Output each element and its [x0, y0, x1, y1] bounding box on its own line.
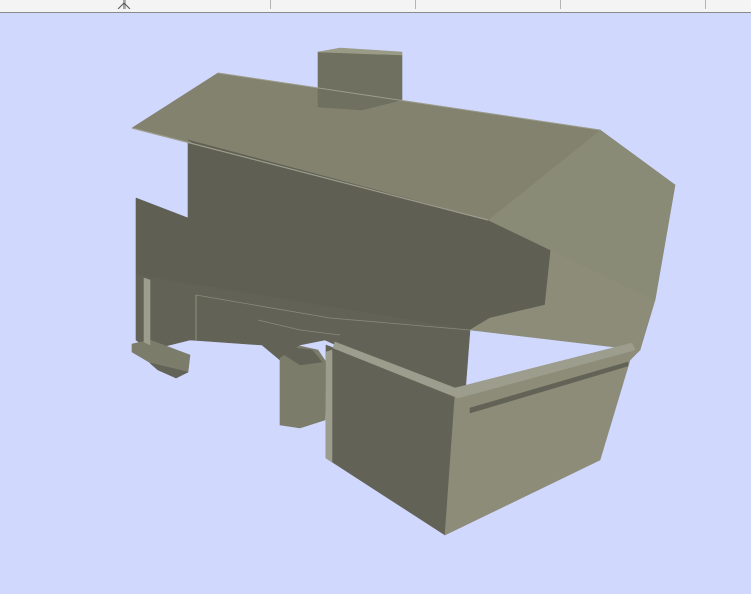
strip-divider	[415, 0, 416, 9]
left-pillar	[143, 277, 151, 346]
3d-viewport[interactable]	[0, 13, 751, 594]
house-model[interactable]	[0, 13, 751, 594]
strip-divider	[705, 0, 706, 9]
application-window	[0, 0, 751, 594]
strip-divider	[270, 0, 271, 9]
chimney-front	[317, 51, 403, 111]
strip-divider	[560, 0, 561, 9]
crosshair-marker-icon	[117, 0, 131, 9]
toolbar-strip	[0, 0, 751, 13]
porch-pillar	[325, 349, 333, 463]
